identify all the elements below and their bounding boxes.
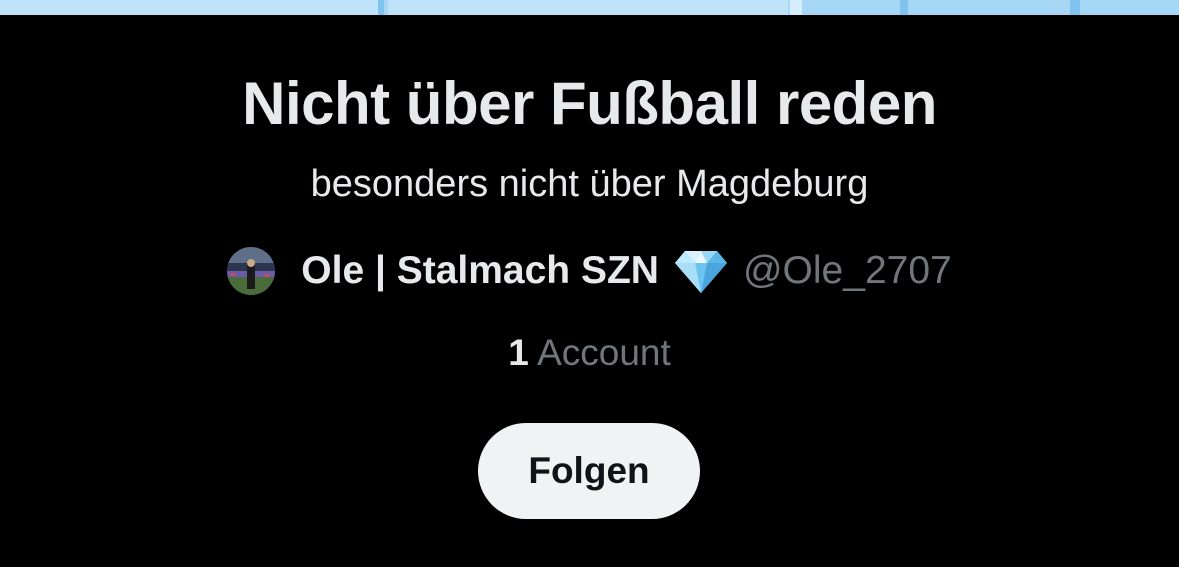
list-description: besonders nicht über Magdeburg (310, 163, 869, 205)
follow-button[interactable]: Folgen (478, 423, 700, 519)
owner-handle[interactable]: @Ole_2707 (743, 249, 952, 293)
owner-avatar[interactable] (227, 247, 276, 295)
banner-divider (790, 0, 802, 15)
banner-divider (900, 0, 908, 15)
avatar-photo (227, 247, 276, 295)
list-title: Nicht über Fußball reden (242, 70, 937, 137)
gem-emoji-icon (673, 247, 729, 295)
member-count-number: 1 (508, 332, 529, 373)
member-count-link[interactable]: 1 Account (0, 330, 1179, 376)
list-banner-image (0, 0, 1179, 15)
banner-segment (388, 0, 788, 15)
banner-segment (0, 0, 378, 15)
owner-display-name[interactable]: Ole | Stalmach SZN (301, 249, 659, 293)
list-owner[interactable]: Ole | Stalmach SZN @Ole_2707 (0, 244, 1179, 298)
banner-divider (1070, 0, 1080, 15)
member-count-label: Account (537, 332, 671, 373)
banner-divider (378, 0, 384, 15)
